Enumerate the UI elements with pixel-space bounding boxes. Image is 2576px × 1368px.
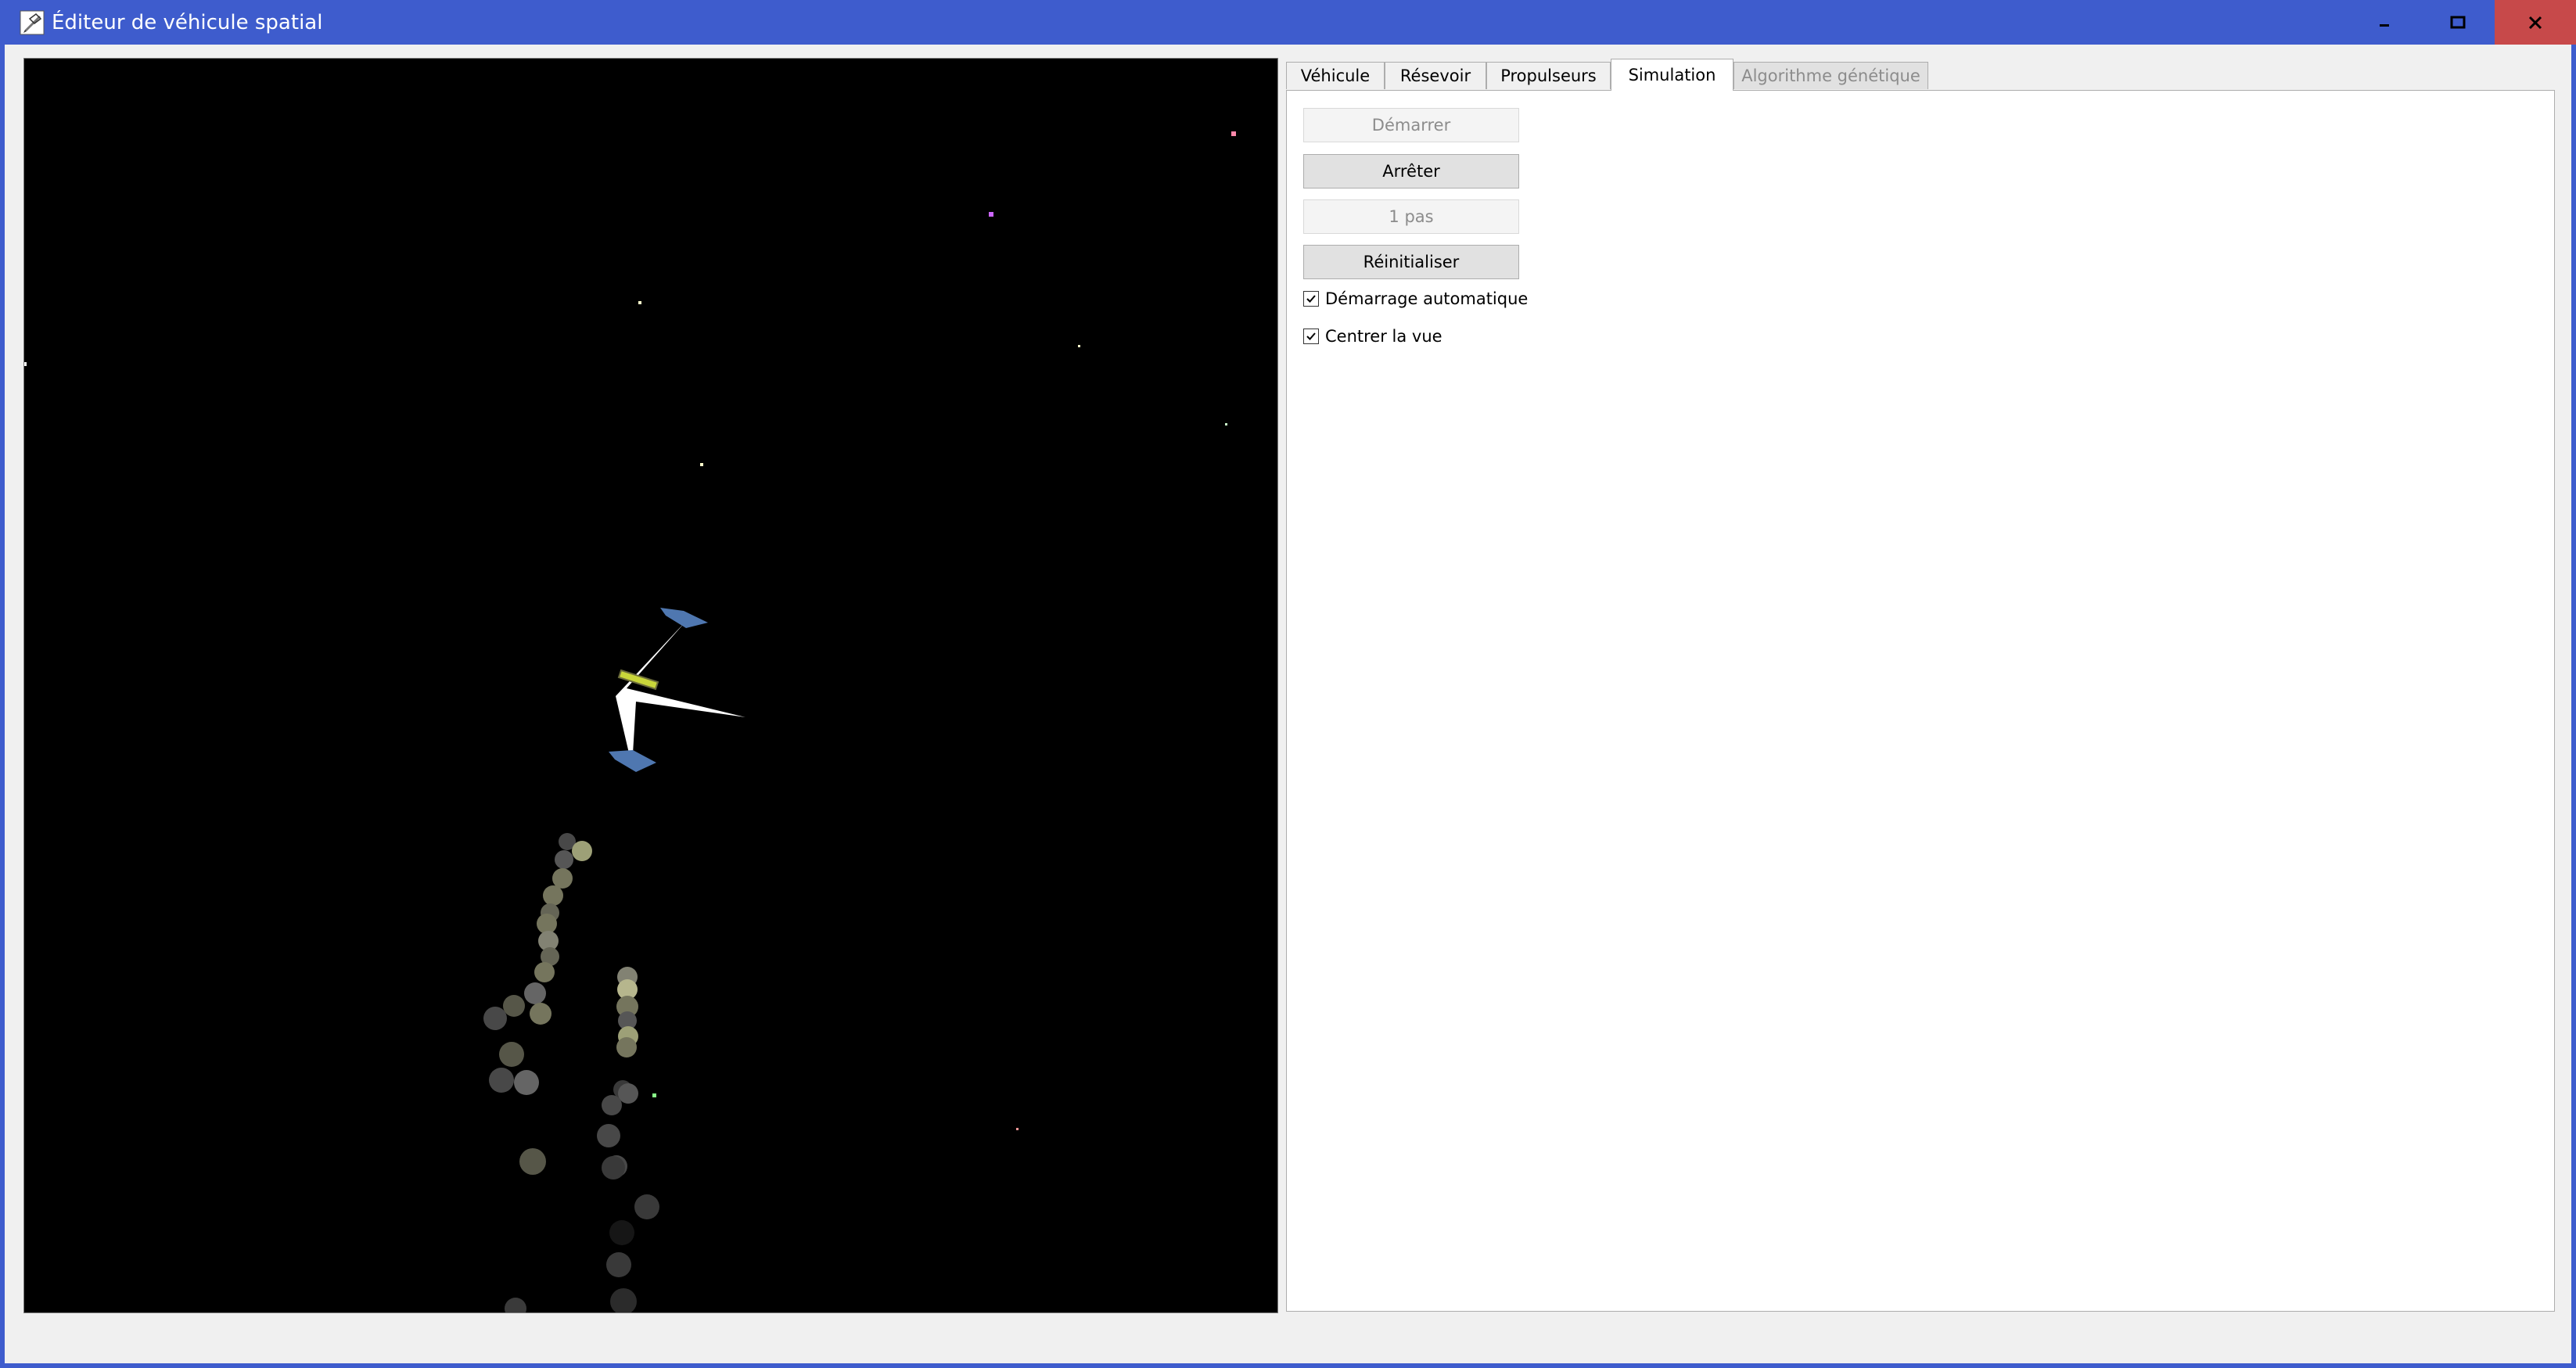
maximize-button[interactable]	[2421, 0, 2495, 45]
simulation-panel: Démarrer Arrêter 1 pas Réinitialiser Dém…	[1286, 90, 2555, 1312]
center-view-checkbox[interactable]	[1303, 329, 1319, 344]
window-title: Éditeur de véhicule spatial	[52, 11, 323, 34]
auto-start-checkbox[interactable]	[1303, 291, 1319, 307]
stop-button[interactable]: Arrêter	[1303, 154, 1519, 189]
close-button[interactable]	[2495, 0, 2576, 45]
application-window: Éditeur de véhicule spatial Véhicule Rés…	[0, 0, 2576, 1368]
checkmark-icon	[1306, 332, 1316, 340]
minimize-button[interactable]	[2348, 0, 2421, 45]
tab-propulseurs[interactable]: Propulseurs	[1486, 62, 1611, 89]
maximize-icon	[2450, 16, 2466, 28]
tab-algorithme-genetique[interactable]: Algorithme génétique	[1734, 62, 1928, 89]
pencil-rocket-icon	[20, 10, 45, 35]
auto-start-checkbox-row[interactable]: Démarrage automatique	[1303, 287, 1528, 311]
thruster-top	[660, 608, 708, 628]
close-icon	[2528, 16, 2542, 29]
center-view-checkbox-row[interactable]: Centrer la vue	[1303, 325, 1442, 348]
star	[1078, 345, 1080, 347]
star	[24, 362, 27, 366]
star	[989, 212, 993, 217]
auto-start-label: Démarrage automatique	[1325, 289, 1529, 308]
star	[652, 1093, 656, 1097]
start-button[interactable]: Démarrer	[1303, 108, 1519, 142]
step-button[interactable]: 1 pas	[1303, 199, 1519, 234]
checkmark-icon	[1306, 295, 1316, 303]
tab-reservoir[interactable]: Résevoir	[1385, 62, 1486, 89]
client-area: Véhicule Résevoir Propulseurs Simulation…	[5, 45, 2571, 1363]
ship-hull	[616, 620, 745, 767]
star	[1225, 423, 1227, 425]
center-view-label: Centrer la vue	[1325, 327, 1442, 346]
spaceship	[609, 608, 745, 772]
thruster-bottom	[609, 750, 656, 772]
reset-button[interactable]: Réinitialiser	[1303, 245, 1519, 279]
minimize-icon	[2380, 23, 2389, 27]
exhaust-trail-left	[483, 833, 592, 1312]
space-scene	[24, 131, 1236, 1312]
tab-vehicule[interactable]: Véhicule	[1286, 62, 1385, 89]
star	[700, 463, 703, 466]
simulation-viewport[interactable]	[23, 58, 1278, 1313]
star	[1231, 131, 1236, 136]
title-bar[interactable]: Éditeur de véhicule spatial	[0, 0, 2576, 45]
tab-simulation[interactable]: Simulation	[1611, 59, 1734, 91]
exhaust-trail-right	[597, 967, 659, 1312]
star	[638, 301, 641, 304]
star	[1016, 1128, 1019, 1130]
